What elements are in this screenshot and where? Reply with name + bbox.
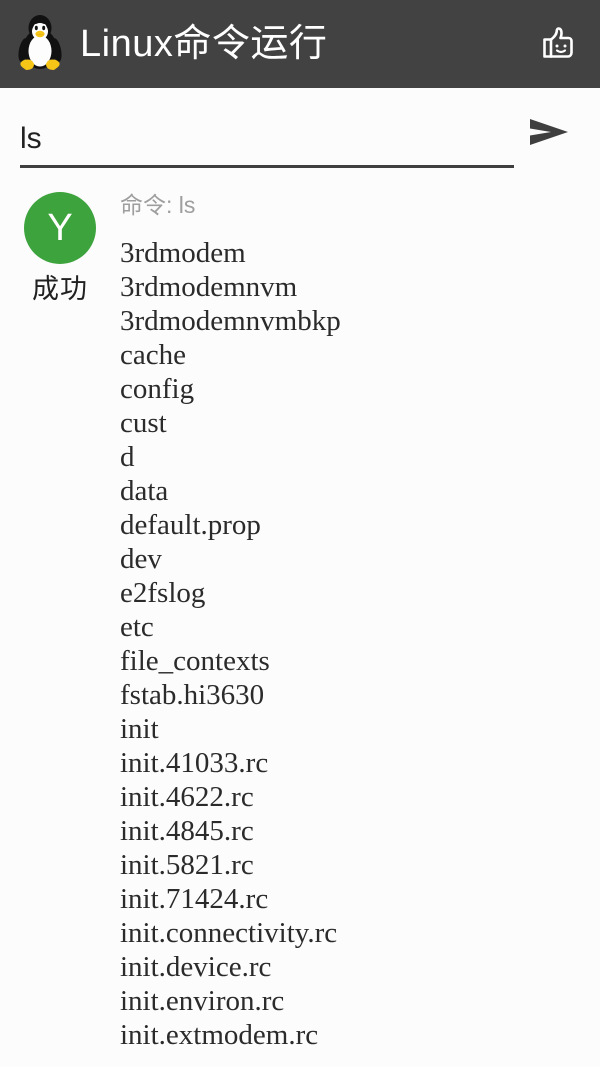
output-line: cust	[120, 406, 167, 439]
output-line: fstab.hi3630	[120, 678, 265, 711]
thumbs-up-icon[interactable]	[532, 18, 584, 70]
output-line: file_contexts	[120, 644, 270, 677]
command-input-wrapper	[20, 119, 514, 176]
tux-penguin-logo-icon	[12, 13, 68, 75]
output-line: cache	[120, 338, 186, 371]
command-echo-prefix: 命令:	[120, 192, 179, 218]
output-line: init.connectivity.rc	[120, 916, 338, 949]
output-line: init.extmodem.rc	[120, 1018, 319, 1051]
output-line: init.41033.rc	[120, 746, 269, 779]
command-input[interactable]	[20, 119, 514, 168]
output-line: init.device.rc	[120, 950, 272, 983]
output-line: default.prop	[120, 508, 261, 541]
output-line: data	[120, 474, 169, 507]
command-input-row	[0, 88, 600, 176]
command-echo-value: ls	[178, 192, 196, 218]
output-line: 3rdmodem	[120, 236, 246, 269]
app-title: Linux命令运行	[80, 23, 328, 65]
output-line: init.environ.rc	[120, 984, 285, 1017]
output-column: 命令: ls 3rdmodem 3rdmodemnvm 3rdmodemnvmbkp…	[120, 190, 600, 1052]
output-line: 3rdmodemnvmbkp	[120, 304, 341, 337]
output-line: d	[120, 440, 135, 473]
output-line: dev	[120, 542, 162, 575]
output-line: init	[120, 712, 159, 745]
send-arrow-icon[interactable]	[514, 98, 582, 166]
output-line: config	[120, 372, 195, 405]
output-line: init.4845.rc	[120, 814, 254, 847]
status-column: Y 成功	[0, 190, 120, 303]
status-avatar: Y	[24, 192, 96, 264]
output-line: init.71424.rc	[120, 882, 269, 915]
output-line: init.5821.rc	[120, 848, 254, 881]
output-line: 3rdmodemnvm	[120, 270, 298, 303]
output-line: init.4622.rc	[120, 780, 254, 813]
output-line: etc	[120, 610, 154, 643]
output-line: e2fslog	[120, 576, 206, 609]
status-label: 成功	[32, 274, 88, 304]
command-result-row: Y 成功 命令: ls 3rdmodem 3rdmodemnvm 3rdmodemn…	[0, 176, 600, 1052]
command-echo: 命令: ls	[120, 190, 592, 220]
command-output-list[interactable]: 3rdmodem 3rdmodemnvm 3rdmodemnvmbkp cache co…	[120, 236, 592, 1052]
app-bar: Linux命令运行	[0, 0, 600, 88]
